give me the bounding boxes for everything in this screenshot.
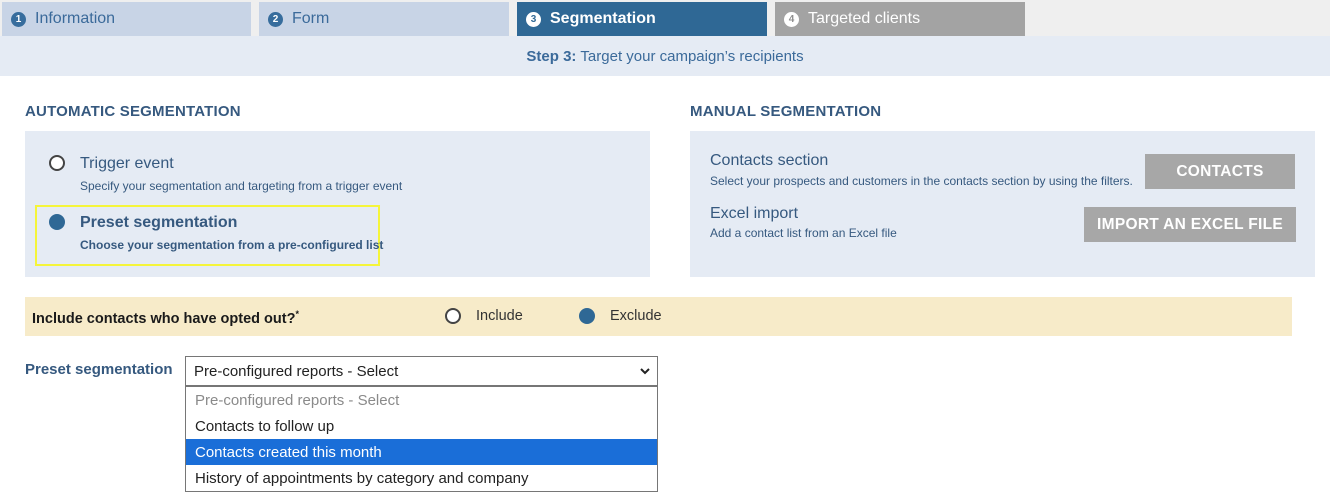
step-banner: Step 3: Target your campaign’s recipient… (0, 36, 1330, 76)
automatic-segmentation-title: AUTOMATIC SEGMENTATION (25, 103, 241, 120)
required-mark: * (295, 309, 299, 319)
tab-targeted-clients-label: Targeted clients (808, 10, 921, 27)
manual-segmentation-title: MANUAL SEGMENTATION (690, 103, 882, 120)
tab-information[interactable]: 1 Information (2, 2, 251, 36)
preset-segmentation-radio[interactable] (49, 214, 65, 230)
tab-segmentation-label: Segmentation (550, 10, 656, 27)
exclude-label[interactable]: Exclude (610, 308, 662, 324)
dropdown-option-placeholder[interactable]: Pre-configured reports - Select (186, 387, 657, 413)
dropdown-option-contacts-created-month[interactable]: Contacts created this month (186, 439, 657, 465)
step-prefix: Step 3: (526, 47, 577, 65)
contacts-section-label: Contacts section (710, 152, 829, 169)
preset-segmentation-description: Choose your segmentation from a pre-conf… (80, 238, 384, 252)
tab-information-label: Information (35, 10, 116, 27)
preset-segmentation-label: Preset segmentation (25, 361, 173, 378)
trigger-event-label[interactable]: Trigger event (80, 155, 174, 173)
step-2-number: 2 (268, 11, 283, 27)
dropdown-option-contacts-follow-up[interactable]: Contacts to follow up (186, 413, 657, 439)
step-4-number: 4 (784, 11, 799, 27)
excel-import-label: Excel import (710, 205, 799, 222)
optout-question-text: Include contacts who have opted out? (32, 310, 296, 327)
import-excel-button[interactable]: IMPORT AN EXCEL FILE (1084, 207, 1296, 242)
select-current-value: Pre-configured reports - Select (194, 362, 399, 380)
wizard-tabbar: 1 Information 2 Form 3 Segmentation 4 Ta… (0, 0, 1330, 36)
preset-segmentation-select[interactable]: Pre-configured reports - Select (185, 356, 658, 386)
tab-form[interactable]: 2 Form (259, 2, 509, 36)
tab-targeted-clients[interactable]: 4 Targeted clients (775, 2, 1025, 36)
step-3-number: 3 (526, 11, 541, 27)
optout-row: Include contacts who have opted out?* In… (25, 297, 1292, 336)
include-radio[interactable] (445, 308, 461, 324)
tab-segmentation[interactable]: 3 Segmentation (517, 2, 767, 36)
preset-segmentation-option-label[interactable]: Preset segmentation (80, 214, 237, 232)
excel-import-description: Add a contact list from an Excel file (710, 226, 897, 240)
contacts-button[interactable]: CONTACTS (1145, 154, 1295, 189)
trigger-event-radio[interactable] (49, 155, 65, 171)
chevron-down-icon (640, 368, 650, 375)
step-1-number: 1 (11, 11, 26, 27)
include-label[interactable]: Include (476, 308, 523, 324)
tab-form-label: Form (292, 10, 330, 27)
optout-question: Include contacts who have opted out?* (32, 309, 299, 327)
trigger-event-description: Specify your segmentation and targeting … (80, 179, 403, 193)
contacts-section-description: Select your prospects and customers in t… (710, 174, 1133, 188)
dropdown-option-appointments-history[interactable]: History of appointments by category and … (186, 465, 657, 491)
exclude-radio[interactable] (579, 308, 595, 324)
step-text: Target your campaign’s recipients (580, 47, 804, 65)
preset-segmentation-dropdown: Pre-configured reports - Select Contacts… (185, 386, 658, 492)
